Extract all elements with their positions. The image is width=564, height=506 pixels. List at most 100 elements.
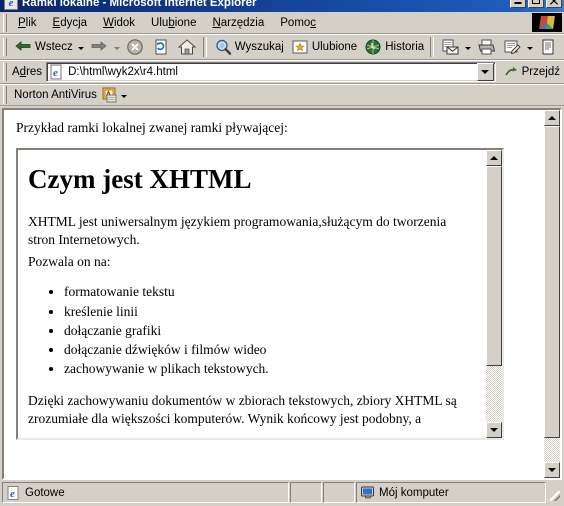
forward-dropdown-caret[interactable] (113, 47, 120, 50)
page-scroll-down-button[interactable] (544, 462, 560, 478)
my-computer-icon (360, 486, 376, 500)
menu-bar: PPliklik Edycja Widok Ulubione Narzędzia… (0, 12, 564, 34)
address-input[interactable]: e D:\html\wyk2x\r4.html (46, 62, 496, 82)
security-zone-panel[interactable]: Mój komputer (356, 482, 546, 503)
back-dropdown-caret[interactable] (77, 47, 84, 50)
iframe-paragraph-1: XHTML jest uniwersalnym językiem program… (28, 214, 447, 247)
iframe-scroll-track[interactable] (486, 166, 502, 422)
browser-window: e Ramki lokalne - Microsoft Internet Exp… (0, 0, 564, 506)
window-controls (510, 0, 562, 8)
menu-items: PPliklik Edycja Widok Ulubione Narzędzia… (10, 12, 324, 33)
menu-item-ulubione[interactable]: Ulubione (143, 15, 204, 31)
addressbar-grip[interactable] (3, 63, 7, 81)
printer-icon (476, 37, 496, 57)
toolbar-grip[interactable] (3, 38, 7, 56)
iframe-heading: Czym jest XHTML (28, 164, 252, 194)
address-value: D:\html\wyk2x\r4.html (68, 66, 178, 78)
address-dropdown-button[interactable] (476, 63, 494, 81)
resize-grip[interactable] (548, 482, 562, 503)
ie-animated-logo (532, 13, 562, 32)
favorites-button[interactable]: Ulubione (287, 36, 360, 58)
status-message-panel: e Gotowe (2, 482, 289, 503)
toolbar-separator-1 (202, 37, 207, 57)
menu-item-pomoc[interactable]: Pomoc (272, 15, 324, 31)
search-button[interactable]: Wyszukaj (210, 36, 287, 58)
home-icon (177, 37, 197, 57)
address-bar: Adres e D:\html\wyk2x\r4.html Przejdź (0, 60, 564, 84)
maximize-button[interactable] (528, 0, 544, 8)
list-item: zachowywanie w plikach tekstowych. (64, 359, 476, 378)
list-item: dołączanie dźwięków i filmów wideo (64, 340, 476, 359)
discuss-button[interactable] (535, 36, 561, 58)
title-bar: e Ramki lokalne - Microsoft Internet Exp… (0, 0, 564, 12)
home-button[interactable] (174, 36, 200, 58)
search-label: Wyszukaj (234, 41, 284, 53)
ie-document-icon: e (3, 0, 19, 11)
toolbar-separator-2 (430, 37, 435, 57)
norton-toolbar: Norton AntiVirus (0, 84, 564, 106)
forward-arrow-icon (89, 37, 109, 57)
edit-button[interactable] (499, 36, 525, 58)
mail-dropdown-caret[interactable] (465, 47, 472, 50)
go-button[interactable]: Przejdź (500, 62, 564, 82)
inline-frame: Czym jest XHTML XHTML jest uniwersalnym … (16, 148, 504, 440)
norton-grip[interactable] (3, 86, 7, 104)
iframe-scroll-thumb[interactable] (486, 166, 502, 366)
forward-button[interactable] (86, 36, 112, 58)
history-label: Historia (385, 41, 425, 53)
norton-shield-icon (101, 86, 119, 104)
menubar-grip[interactable] (3, 13, 7, 32)
list-item: formatowanie tekstu (64, 282, 476, 301)
iframe-paragraph-2: Pozwala on na: (28, 253, 111, 269)
page-vertical-scrollbar[interactable] (544, 110, 560, 478)
status-text: Gotowe (25, 486, 65, 499)
norton-dropdown-caret[interactable] (120, 95, 127, 98)
page-intro-text: Przykład ramki lokalnej zwanej ramki pły… (16, 120, 288, 135)
mail-icon (440, 37, 460, 57)
menu-item-widok[interactable]: Widok (95, 15, 143, 31)
search-icon (213, 37, 233, 57)
list-item: dołączanie grafiki (64, 321, 476, 340)
status-panel-3 (323, 482, 355, 503)
iframe-feature-list: formatowanie tekstu kreślenie linii dołą… (28, 282, 476, 378)
page-scroll-up-button[interactable] (544, 110, 560, 126)
svg-text:e: e (53, 67, 58, 79)
edit-dropdown-caret[interactable] (527, 47, 534, 50)
menu-item-edycja[interactable]: Edycja (45, 15, 96, 31)
svg-text:e: e (10, 488, 15, 500)
iframe-paragraph-3: Dzięki zachowywaniu dokumentów w zbiorac… (28, 393, 457, 427)
edit-page-icon (502, 37, 522, 57)
back-button[interactable]: Wstecz (10, 36, 76, 58)
favorites-label: Ulubione (311, 41, 358, 53)
mail-button[interactable] (437, 36, 463, 58)
history-button[interactable]: Historia (360, 36, 427, 58)
list-item: kreślenie linii (64, 302, 476, 321)
iframe-scroll-up-button[interactable] (486, 150, 502, 166)
stop-icon (125, 37, 145, 57)
web-page: Przykład ramki lokalnej zwanej ramki pły… (4, 110, 544, 478)
iframe-document: Czym jest XHTML XHTML jest uniwersalnym … (18, 150, 486, 438)
status-panel-2 (290, 482, 322, 503)
refresh-icon (151, 37, 171, 57)
menu-item-plik[interactable]: PPliklik (10, 15, 45, 31)
iframe-vertical-scrollbar[interactable] (486, 150, 502, 438)
menu-item-narzedzia[interactable]: Narzędzia (204, 15, 272, 31)
refresh-button[interactable] (148, 36, 174, 58)
status-bar: e Gotowe Mój komputer (2, 482, 562, 503)
favorites-star-icon (290, 37, 310, 57)
stop-button[interactable] (122, 36, 148, 58)
print-button[interactable] (473, 36, 499, 58)
window-title: Ramki lokalne - Microsoft Internet Explo… (22, 0, 257, 9)
history-clock-icon (363, 37, 383, 57)
norton-label: Norton AntiVirus (14, 89, 97, 101)
iframe-scroll-down-button[interactable] (486, 422, 502, 438)
page-scroll-track[interactable] (544, 126, 560, 462)
discuss-icon (538, 37, 558, 57)
minimize-button[interactable] (510, 0, 526, 8)
zone-text: Mój komputer (379, 486, 449, 499)
browser-client-area: Przykład ramki lokalnej zwanej ramki pły… (2, 108, 562, 480)
close-button[interactable] (546, 0, 562, 8)
page-scroll-thumb[interactable] (544, 126, 560, 439)
address-label: Adres (12, 66, 43, 78)
page-icon: e (49, 64, 65, 80)
